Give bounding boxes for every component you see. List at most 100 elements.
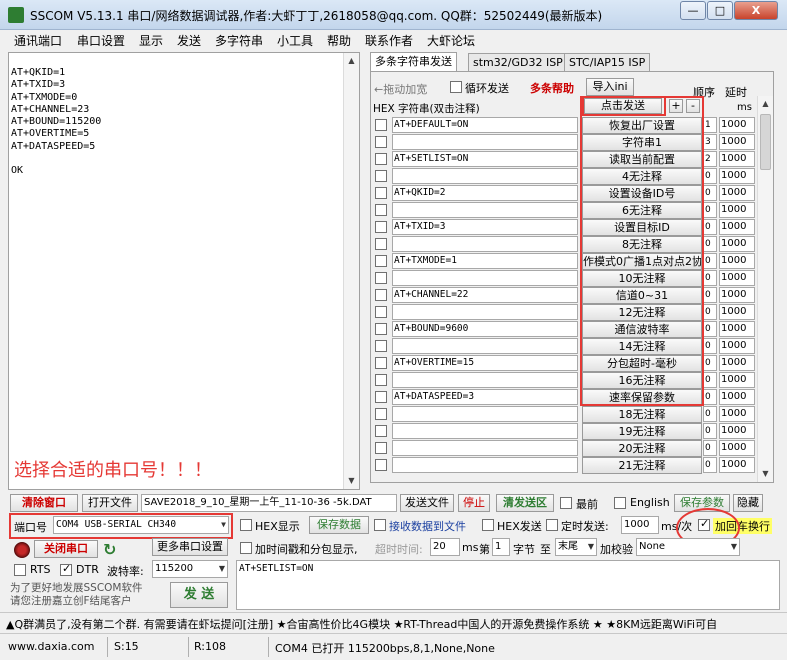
row-delay-input[interactable]: 1000 [719, 372, 755, 388]
more-settings-button[interactable]: 更多串口设置 [152, 538, 228, 556]
hex-display-checkbox[interactable] [240, 519, 252, 531]
file-path-field[interactable]: SAVE2018_9_10_星期一上午_11-10-36 -5k.DAT [141, 494, 397, 512]
multi-help-link[interactable]: 多条帮助 [530, 80, 574, 96]
menu-help[interactable]: 帮助 [327, 32, 351, 49]
menu-send[interactable]: 发送 [177, 32, 201, 49]
loop-send-checkbox[interactable] [450, 81, 462, 93]
row-order-input[interactable]: 0 [703, 389, 717, 405]
row-order-input[interactable]: 0 [703, 457, 717, 473]
recv-to-file-label[interactable]: 接收数据到文件 [389, 518, 466, 534]
row-delay-input[interactable]: 1000 [719, 287, 755, 303]
menu-comm-port[interactable]: 通讯端口 [14, 32, 62, 49]
menu-multi-string[interactable]: 多字符串 [215, 32, 263, 49]
row-string-input[interactable] [392, 270, 578, 286]
row-delay-input[interactable]: 1000 [719, 117, 755, 133]
row-delay-input[interactable]: 1000 [719, 134, 755, 150]
minimize-button[interactable]: — [680, 1, 706, 20]
row-hex-checkbox[interactable] [375, 391, 387, 403]
row-string-input[interactable]: AT+OVERTIME=15 [392, 355, 578, 371]
send-input[interactable]: AT+SETLIST=ON [236, 560, 780, 610]
topmost-checkbox[interactable] [560, 497, 572, 509]
promo-text[interactable]: 为了更好地发展SSCOM软件 请您注册嘉立创F结尾客户 [10, 582, 143, 608]
row-string-input[interactable] [392, 406, 578, 422]
row-string-input[interactable]: AT+DATASPEED=3 [392, 389, 578, 405]
english-checkbox[interactable] [614, 497, 626, 509]
multi-scrollbar[interactable]: ▲ ▼ [757, 96, 773, 482]
clear-window-button[interactable]: 清除窗口 [10, 494, 78, 512]
row-hex-checkbox[interactable] [375, 238, 387, 250]
hide-button[interactable]: 隐藏 [733, 494, 763, 512]
scroll-up-icon[interactable]: ▲ [758, 96, 773, 112]
title-bar[interactable]: SSCOM V5.13.1 串口/网络数据调试器,作者:大虾丁丁,2618058… [0, 0, 787, 30]
recv-to-file-checkbox[interactable] [374, 519, 386, 531]
maximize-button[interactable]: □ [707, 1, 733, 20]
row-delay-input[interactable]: 1000 [719, 185, 755, 201]
row-delay-input[interactable]: 1000 [719, 321, 755, 337]
row-string-input[interactable] [392, 304, 578, 320]
row-hex-checkbox[interactable] [375, 306, 387, 318]
menu-display[interactable]: 显示 [139, 32, 163, 49]
row-hex-checkbox[interactable] [375, 136, 387, 148]
byte-from-input[interactable]: 1 [492, 538, 510, 556]
row-hex-checkbox[interactable] [375, 255, 387, 267]
menu-forum[interactable]: 大虾论坛 [427, 32, 475, 49]
scroll-down-icon[interactable]: ▼ [758, 466, 773, 482]
row-order-input[interactable]: 0 [703, 236, 717, 252]
import-ini-button[interactable]: 导入ini [586, 78, 634, 96]
row-order-input[interactable]: 0 [703, 219, 717, 235]
row-string-input[interactable]: AT+CHANNEL=22 [392, 287, 578, 303]
menu-serial-settings[interactable]: 串口设置 [77, 32, 125, 49]
row-order-input[interactable]: 0 [703, 355, 717, 371]
close-button[interactable]: X [734, 1, 778, 20]
send-file-button[interactable]: 发送文件 [400, 494, 454, 512]
row-string-input[interactable] [392, 202, 578, 218]
row-string-input[interactable]: AT+SETLIST=ON [392, 151, 578, 167]
row-hex-checkbox[interactable] [375, 204, 387, 216]
row-delay-input[interactable]: 1000 [719, 423, 755, 439]
row-hex-checkbox[interactable] [375, 442, 387, 454]
row-hex-checkbox[interactable] [375, 408, 387, 420]
row-send-button[interactable]: 20无注释 [582, 440, 702, 457]
tab-stc-isp[interactable]: STC/IAP15 ISP [564, 53, 651, 73]
row-string-input[interactable]: AT+BOUND=9600 [392, 321, 578, 337]
row-delay-input[interactable]: 1000 [719, 219, 755, 235]
row-string-input[interactable]: AT+TXMODE=1 [392, 253, 578, 269]
row-order-input[interactable]: 0 [703, 372, 717, 388]
row-string-input[interactable] [392, 457, 578, 473]
stop-button[interactable]: 停止 [458, 494, 490, 512]
row-order-input[interactable]: 0 [703, 423, 717, 439]
row-order-input[interactable]: 0 [703, 304, 717, 320]
row-string-input[interactable] [392, 236, 578, 252]
row-send-button[interactable]: 18无注释 [582, 406, 702, 423]
row-delay-input[interactable]: 1000 [719, 355, 755, 371]
row-order-input[interactable]: 3 [703, 134, 717, 150]
row-send-button[interactable]: 19无注释 [582, 423, 702, 440]
row-order-input[interactable]: 0 [703, 338, 717, 354]
row-order-input[interactable]: 1 [703, 117, 717, 133]
timed-send-checkbox[interactable] [546, 519, 558, 531]
row-string-input[interactable] [392, 423, 578, 439]
row-string-input[interactable]: AT+QKID=2 [392, 185, 578, 201]
row-delay-input[interactable]: 1000 [719, 406, 755, 422]
save-data-button[interactable]: 保存数据 [309, 516, 369, 534]
row-hex-checkbox[interactable] [375, 374, 387, 386]
row-order-input[interactable]: 0 [703, 440, 717, 456]
scroll-down-icon[interactable]: ▼ [344, 473, 359, 489]
row-delay-input[interactable]: 1000 [719, 304, 755, 320]
row-hex-checkbox[interactable] [375, 272, 387, 284]
row-order-input[interactable]: 0 [703, 287, 717, 303]
row-order-input[interactable]: 0 [703, 168, 717, 184]
row-string-input[interactable] [392, 372, 578, 388]
clear-send-button[interactable]: 清发送区 [496, 494, 554, 512]
row-order-input[interactable]: 0 [703, 406, 717, 422]
row-hex-checkbox[interactable] [375, 459, 387, 471]
row-hex-checkbox[interactable] [375, 323, 387, 335]
timeout-input[interactable]: 20 [430, 538, 460, 556]
ticker-text[interactable]: ▲Q群满员了,没有第二个群. 有需要请在虾坛提问[注册] ★合宙高性价比4G模块… [6, 616, 717, 632]
receive-area[interactable]: AT+QKID=1 AT+TXID=3 AT+TXMODE=0 AT+CHANN… [8, 52, 360, 490]
timestamp-checkbox[interactable] [240, 542, 252, 554]
row-string-input[interactable]: AT+TXID=3 [392, 219, 578, 235]
scroll-up-icon[interactable]: ▲ [344, 53, 359, 69]
menu-tools[interactable]: 小工具 [277, 32, 313, 49]
rts-checkbox[interactable] [14, 564, 26, 576]
